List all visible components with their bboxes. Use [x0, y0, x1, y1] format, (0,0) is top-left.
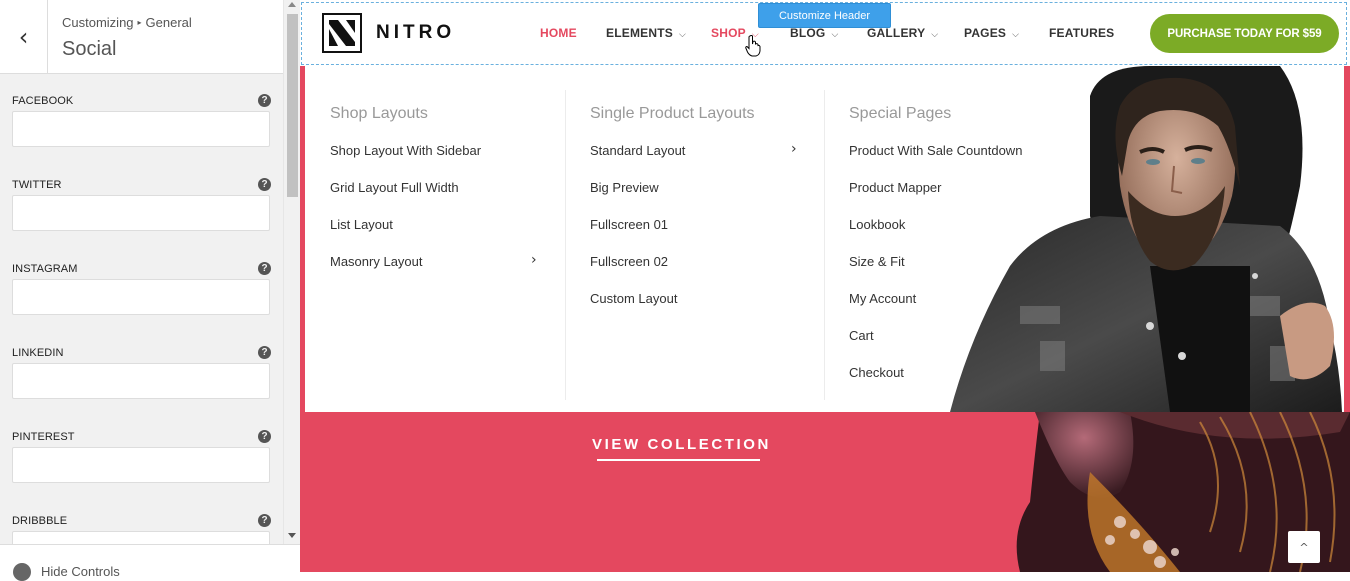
breadcrumb-item: Customizing — [62, 15, 134, 30]
nav-home[interactable]: HOME — [540, 26, 577, 40]
mega-menu-link[interactable]: Size & Fit — [849, 254, 905, 269]
help-icon[interactable]: ? — [258, 346, 271, 359]
field-label: TWITTER — [12, 179, 62, 191]
mega-menu-column-title: Single Product Layouts — [590, 105, 755, 122]
customizer-header: ‹ Customizing ▸ General Social — [0, 0, 283, 74]
column-divider — [824, 90, 825, 400]
mega-menu-link[interactable]: Shop Layout With Sidebar — [330, 143, 481, 158]
brand-name[interactable]: NITRO — [376, 22, 455, 44]
dribbble-input[interactable] — [12, 531, 270, 544]
customize-header-button[interactable]: Customize Header — [758, 3, 891, 28]
help-icon[interactable]: ? — [258, 514, 271, 527]
field-label: FACEBOOK — [12, 95, 74, 107]
nav-features[interactable]: FEATURES — [1049, 26, 1114, 40]
model-image — [950, 66, 1342, 412]
chevron-down-icon: ⌵ — [931, 30, 939, 40]
breadcrumb: Customizing ▸ General — [62, 15, 192, 30]
chevron-down-icon: ⌵ — [831, 30, 839, 40]
nav-label: GALLERY — [867, 26, 926, 40]
hand-cursor-icon — [745, 35, 761, 57]
mega-menu-link[interactable]: Fullscreen 01 — [590, 217, 668, 232]
customizer-footer: Hide Controls — [0, 544, 300, 581]
field-label: DRIBBBLE — [12, 515, 68, 527]
field-label: LINKEDIN — [12, 347, 64, 359]
chevron-down-icon: ⌵ — [678, 30, 686, 40]
mega-menu-column-title: Special Pages — [849, 105, 952, 122]
mega-menu-link[interactable]: Checkout — [849, 365, 904, 380]
collapse-icon[interactable] — [13, 563, 31, 581]
customizer-sidebar: ‹ Customizing ▸ General Social FACEBOOK ? … — [0, 0, 300, 581]
field-label: PINTEREST — [12, 431, 75, 443]
help-icon[interactable]: ? — [258, 94, 271, 107]
mega-menu-link[interactable]: My Account — [849, 291, 916, 306]
mega-menu-column-title: Shop Layouts — [330, 105, 428, 122]
mega-menu-link[interactable]: List Layout — [330, 217, 393, 232]
scroll-down-icon[interactable] — [288, 533, 296, 538]
linkedin-input[interactable] — [12, 363, 270, 399]
sidebar-scrollbar[interactable] — [283, 0, 300, 544]
pinterest-input[interactable] — [12, 447, 270, 483]
instagram-input[interactable] — [12, 279, 270, 315]
site-preview: VIEW COLLECTION ^ Shop Layouts Shop Layo… — [300, 0, 1350, 572]
submenu-chevron-icon: › — [791, 141, 797, 157]
scroll-to-top-button[interactable]: ^ — [1288, 531, 1320, 563]
mega-menu-link[interactable]: Big Preview — [590, 180, 659, 195]
twitter-input[interactable] — [12, 195, 270, 231]
facebook-input[interactable] — [12, 111, 270, 147]
site-header[interactable]: NITRO HOME ELEMENTS ⌵ SHOP ⌵ BLOG ⌵ GALLERY… — [300, 0, 1350, 66]
submenu-chevron-icon: › — [531, 252, 537, 268]
breadcrumb-separator-icon: ▸ — [137, 18, 142, 27]
nav-elements[interactable]: ELEMENTS ⌵ — [606, 26, 686, 40]
mega-menu-link[interactable]: Lookbook — [849, 217, 905, 232]
view-collection-link[interactable]: VIEW COLLECTION — [592, 436, 771, 453]
nav-label: FEATURES — [1049, 26, 1115, 40]
mega-menu-link[interactable]: Product Mapper — [849, 180, 942, 195]
view-collection-underline — [597, 459, 760, 461]
nav-label: HOME — [540, 26, 577, 40]
nav-label: ELEMENTS — [606, 26, 673, 40]
nav-gallery[interactable]: GALLERY ⌵ — [867, 26, 938, 40]
mega-menu-link[interactable]: Fullscreen 02 — [590, 254, 668, 269]
scrollbar-thumb[interactable] — [287, 14, 298, 197]
logo-mark — [329, 20, 355, 46]
mega-menu-link[interactable]: Custom Layout — [590, 291, 677, 306]
nav-label: PAGES — [964, 26, 1007, 40]
mega-menu-link[interactable]: Masonry Layout — [330, 254, 423, 269]
chevron-left-icon: ‹ — [18, 22, 29, 51]
help-icon[interactable]: ? — [258, 430, 271, 443]
nav-blog[interactable]: BLOG ⌵ — [790, 26, 839, 40]
shop-mega-menu: Shop Layouts Shop Layout With Sidebar Gr… — [305, 66, 1344, 412]
nav-label: SHOP — [711, 26, 746, 40]
back-button[interactable]: ‹ — [0, 0, 48, 73]
chevron-up-icon: ^ — [1299, 540, 1309, 554]
nav-label: BLOG — [790, 26, 826, 40]
purchase-button[interactable]: PURCHASE TODAY FOR $59 — [1150, 14, 1339, 53]
social-fields: FACEBOOK ? TWITTER ? INSTAGRAM ? LINKEDI… — [0, 74, 283, 544]
field-label: INSTAGRAM — [12, 263, 78, 275]
nav-pages[interactable]: PAGES ⌵ — [964, 26, 1019, 40]
column-divider — [565, 90, 566, 400]
chevron-down-icon: ⌵ — [1012, 30, 1020, 40]
scroll-up-icon[interactable] — [288, 2, 296, 7]
mega-menu-link[interactable]: Standard Layout — [590, 143, 685, 158]
help-icon[interactable]: ? — [258, 262, 271, 275]
help-icon[interactable]: ? — [258, 178, 271, 191]
breadcrumb-item: General — [145, 15, 192, 30]
mega-menu-link[interactable]: Cart — [849, 328, 874, 343]
logo-icon[interactable] — [322, 13, 362, 53]
mega-menu-link[interactable]: Grid Layout Full Width — [330, 180, 459, 195]
section-title: Social — [62, 38, 117, 60]
